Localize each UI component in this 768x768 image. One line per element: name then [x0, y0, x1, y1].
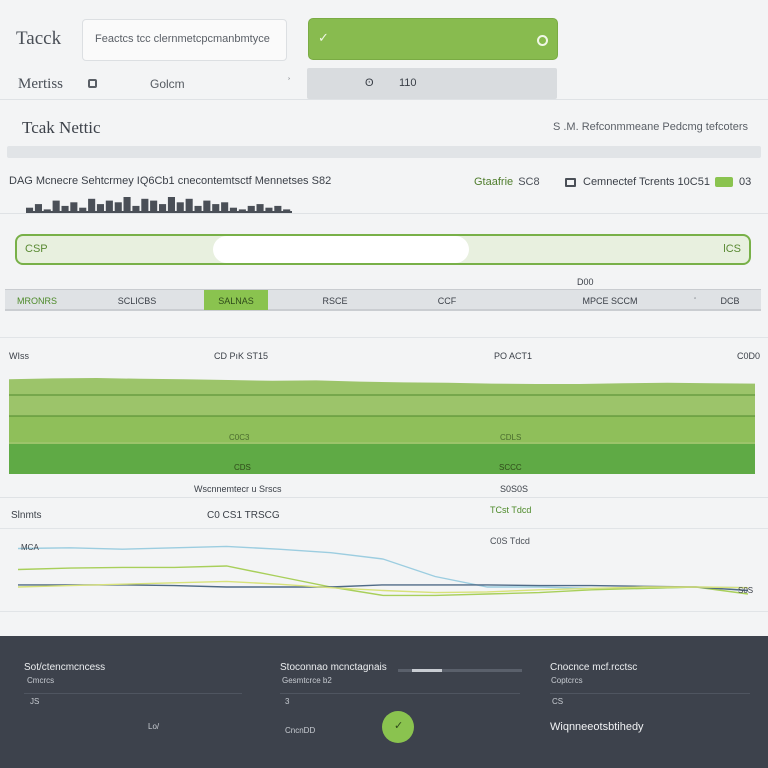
- chevron-icon: ✓: [318, 30, 329, 45]
- calendar-icon: [565, 178, 576, 187]
- footer-col1-sub: Cmcrcs: [27, 676, 55, 685]
- footer-bar: [398, 669, 522, 672]
- stat-count: 03: [739, 176, 752, 188]
- footer-col2-small-b: CncnDD: [285, 726, 316, 735]
- sparkline-chart: [26, 197, 292, 213]
- chart-caption: Wscnnemtecr u Srscs: [194, 484, 282, 494]
- row-label: WIss: [9, 351, 29, 361]
- area-chart: [9, 378, 755, 474]
- row-label: PO ACT1: [494, 351, 533, 361]
- stat-right: Cemnectef Tcrents 10C51: [583, 176, 710, 188]
- circle-icon: [537, 35, 548, 46]
- range-input[interactable]: CSP lCS: [15, 234, 751, 265]
- sparkline-bar: [185, 198, 193, 213]
- stat-group-b: SC8: [518, 176, 540, 188]
- footer-col3-strong: Wiqnneeotsbtihedy: [550, 721, 644, 733]
- section-subtitle: S .M. Refconmmeane Pedcmg tefcoters: [552, 121, 748, 133]
- metrics-icon[interactable]: [88, 79, 97, 88]
- row-label: Slnmts: [11, 510, 42, 521]
- divider: [24, 693, 242, 694]
- metrics-label: Mertiss: [18, 76, 63, 92]
- footer-col3-small: CS: [552, 697, 564, 706]
- section-title: Tcak Nettic: [22, 118, 101, 137]
- footer-col3-title: Cnocnce mcf.rcctsc: [550, 662, 638, 673]
- divider: [550, 693, 750, 694]
- sparkline-bar: [88, 198, 96, 213]
- sparkline-bar: [123, 197, 131, 213]
- tab-sclicbs[interactable]: SCLICBS: [105, 290, 169, 310]
- app-title: Tacck: [16, 28, 62, 49]
- area-band-dark: [9, 444, 755, 474]
- chart-caption: S0S0S: [500, 484, 529, 494]
- line-chart: [17, 545, 749, 597]
- divider: [0, 337, 768, 338]
- chart-value: SCCC: [499, 463, 522, 472]
- row-label: CD PıK ST15: [214, 351, 269, 361]
- tab-ccf[interactable]: CCF: [425, 290, 469, 310]
- row-label: C0 CS1 TRSCG: [207, 510, 280, 521]
- range-input-end: lCS: [723, 243, 741, 255]
- tiny-label: D00: [577, 277, 594, 287]
- divider: [0, 99, 768, 100]
- line-chart-end-label: S0S: [738, 586, 754, 595]
- divider: [0, 611, 768, 612]
- footer-col2-title: Stoconnao mcnctagnais: [280, 662, 387, 673]
- line-chart-label: MCA: [21, 543, 39, 552]
- stat-label: DAG Mcnecre Sehtcrmey IQ6Cb1 cnecontemts…: [9, 175, 332, 187]
- divider: [0, 213, 768, 214]
- primary-action-button[interactable]: ✓: [308, 18, 558, 60]
- filter-value-a: ʘ: [365, 77, 374, 89]
- sparkline-bar: [167, 197, 175, 213]
- line-series-3: [17, 580, 749, 594]
- footer-col2-sub: Gesmtcrce b2: [282, 676, 332, 685]
- sparkline-bar: [141, 198, 149, 213]
- filter-field[interactable]: ʘ 110: [307, 68, 557, 99]
- chart-value: CDLS: [500, 433, 522, 442]
- tab-bar: MRONRS SCLICBS SALNAS RSCE CCF MPCE SCCM…: [5, 289, 761, 311]
- footer-col1-title: Sot/ctencmcncess: [24, 662, 106, 673]
- divider: [0, 497, 768, 498]
- footer-col2-small: 3: [285, 697, 290, 706]
- stat-group-a: Gtaafrie: [474, 176, 514, 188]
- tab-mronrs[interactable]: MRONRS: [7, 290, 67, 310]
- footer-col1-link[interactable]: Lo/: [148, 722, 159, 731]
- divider: [280, 693, 520, 694]
- chevron-down-icon[interactable]: ʾ: [287, 75, 291, 89]
- progress-track: [7, 146, 761, 158]
- tab-caret[interactable]: ʾ: [687, 290, 703, 310]
- area-band-mid: [9, 416, 755, 442]
- filter-value-b: 110: [399, 77, 417, 89]
- chart-value: CDS: [234, 463, 251, 472]
- tab-salnas[interactable]: SALNAS: [204, 290, 268, 310]
- column-select[interactable]: Golcm: [150, 77, 185, 91]
- tab-mpce-sccm[interactable]: MPCE SCCM: [580, 290, 640, 310]
- stat-group: Gtaafrie SC8: [474, 176, 540, 188]
- green-note: TCst Tdcd: [490, 505, 532, 515]
- check-icon: ✓: [394, 720, 404, 732]
- footer-col1-small: JS: [30, 697, 40, 706]
- search-input[interactable]: Feactcs tcc clernmetcpcmanbmtyce: [82, 19, 287, 61]
- tab-rsce[interactable]: RSCE: [310, 290, 360, 310]
- divider: [0, 528, 768, 529]
- footer-col3-sub: Coptcrcs: [551, 676, 583, 685]
- tab-dcb[interactable]: DCB: [715, 290, 745, 310]
- row-label: C0D0: [737, 351, 761, 361]
- confirm-button[interactable]: ✓: [382, 711, 414, 743]
- range-thumb[interactable]: [213, 236, 469, 263]
- range-input-label: CSP: [25, 243, 48, 255]
- status-badge: [715, 177, 733, 187]
- footer: [0, 636, 768, 768]
- chart-value: C0C3: [229, 433, 250, 442]
